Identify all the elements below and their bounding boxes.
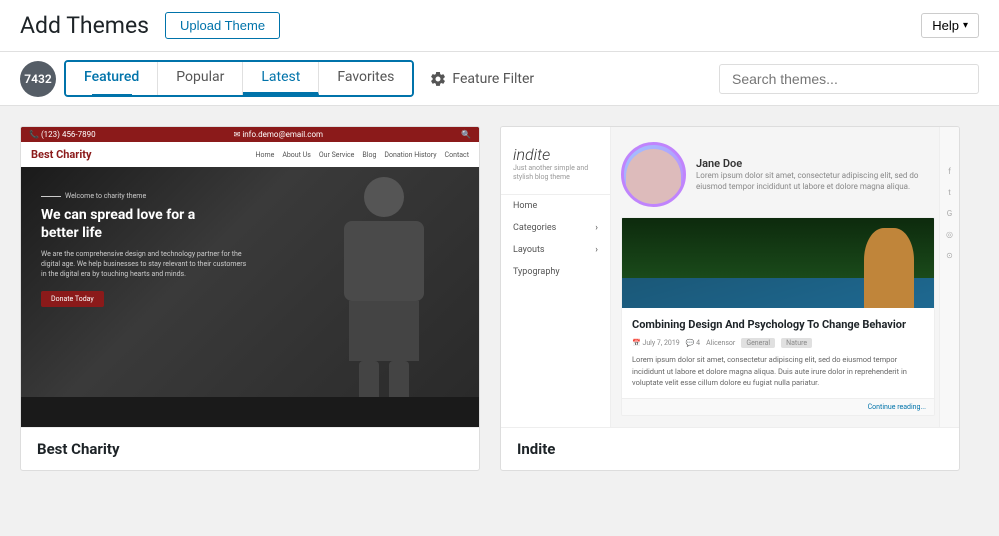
instagram-icon: ◎	[946, 230, 953, 239]
indite-nav-typography: Typography	[501, 261, 610, 283]
best-charity-preview: 📞 (123) 456-7890 ✉ info.demo@email.com 🔍…	[21, 127, 479, 427]
bc-subtext: We are the comprehensive design and tech…	[41, 250, 459, 279]
indite-article-title: Combining Design And Psychology To Chang…	[632, 318, 924, 332]
page-wrapper: Add Themes Upload Theme Help ▾ 7432 Feat…	[0, 0, 999, 536]
indite-main-content: Jane Doe Lorem ipsum dolor sit amet, con…	[611, 127, 959, 427]
tab-latest[interactable]: Latest	[243, 62, 319, 95]
bc-cta-button: Donate Today	[41, 291, 104, 307]
indite-nav-categories: Categories ›	[501, 217, 610, 239]
indite-article-meta: 📅 July 7, 2019 💬 4 Alicensor General Nat…	[632, 338, 924, 348]
theme-card-best-charity[interactable]: 📞 (123) 456-7890 ✉ info.demo@email.com 🔍…	[20, 126, 480, 471]
bc-welcome-text: Welcome to charity theme	[41, 192, 459, 200]
page-title: Add Themes	[20, 12, 149, 39]
indite-nav-home: Home	[501, 195, 610, 217]
search-area	[719, 56, 979, 102]
indite-author-desc: Lorem ipsum dolor sit amet, consectetur …	[696, 170, 935, 192]
indite-tagline: Just another simple and stylish blog the…	[513, 164, 598, 182]
tab-featured[interactable]: Featured	[66, 62, 158, 95]
bc-search-icon: 🔍	[461, 130, 471, 139]
indite-sidebar: indite Just another simple and stylish b…	[501, 127, 611, 427]
theme-thumbnail-indite: indite Just another simple and stylish b…	[501, 127, 959, 427]
bc-topbar: 📞 (123) 456-7890 ✉ info.demo@email.com 🔍	[21, 127, 479, 142]
indite-logo-area: indite Just another simple and stylish b…	[501, 137, 610, 195]
bc-headline: We can spread love for abetter life	[41, 206, 459, 242]
article-comments: 💬 4	[686, 339, 700, 347]
article-tag-nature: Nature	[781, 338, 812, 348]
bc-logo: Best Charity	[31, 148, 92, 161]
github-icon: ⊙	[946, 251, 953, 260]
indite-nav-layouts: Layouts ›	[501, 239, 610, 261]
indite-profile-info: Jane Doe Lorem ipsum dolor sit amet, con…	[696, 157, 935, 192]
google-icon: G	[947, 209, 952, 218]
theme-thumbnail-best-charity: 📞 (123) 456-7890 ✉ info.demo@email.com 🔍…	[21, 127, 479, 427]
help-label: Help	[932, 18, 959, 33]
facebook-icon: f	[948, 167, 951, 176]
indite-article-img-inner	[622, 218, 934, 308]
bc-hero-section: Welcome to charity theme We can spread l…	[21, 167, 479, 397]
nav-bar: 7432 Featured Popular Latest Favorites F…	[0, 52, 999, 106]
bc-content-overlay: Welcome to charity theme We can spread l…	[21, 167, 479, 332]
indite-article-text: Lorem ipsum dolor sit amet, consectetur …	[632, 354, 924, 388]
help-button[interactable]: Help ▾	[921, 13, 979, 38]
article-date: 📅 July 7, 2019	[632, 339, 680, 347]
indite-preview: indite Just another simple and stylish b…	[501, 127, 959, 427]
search-input[interactable]	[719, 64, 979, 94]
nav-tabs-group: Featured Popular Latest Favorites	[64, 60, 414, 97]
twitter-icon: t	[948, 188, 951, 197]
gear-icon	[430, 71, 446, 87]
feature-filter-label: Feature Filter	[452, 71, 534, 87]
indite-profile-section: Jane Doe Lorem ipsum dolor sit amet, con…	[621, 127, 935, 217]
indite-avatar	[621, 142, 686, 207]
indite-article-image	[622, 218, 934, 308]
indite-author-name: Jane Doe	[696, 157, 935, 170]
bc-menu: Home About Us Our Service Blog Donation …	[255, 151, 469, 159]
bc-email: ✉ info.demo@email.com	[234, 130, 323, 139]
theme-name-indite: Indite	[501, 427, 959, 470]
tab-popular[interactable]: Popular	[158, 62, 243, 95]
theme-count-badge: 7432	[20, 61, 56, 97]
indite-social-bar: f t G ◎ ⊙	[939, 127, 959, 427]
feature-filter[interactable]: Feature Filter	[414, 71, 550, 87]
indite-article-body: Combining Design And Psychology To Chang…	[622, 308, 934, 398]
article-tag-general: General	[741, 338, 775, 348]
bc-nav: Best Charity Home About Us Our Service B…	[21, 142, 479, 167]
article-author: Alicensor	[706, 339, 735, 347]
bc-phone: 📞 (123) 456-7890	[29, 130, 96, 139]
indite-person-figure	[864, 228, 914, 308]
themes-grid: 📞 (123) 456-7890 ✉ info.demo@email.com 🔍…	[0, 106, 980, 491]
theme-name-best-charity: Best Charity	[21, 427, 479, 470]
indite-read-more: Continue reading...	[622, 398, 934, 415]
chevron-down-icon: ▾	[963, 20, 968, 31]
indite-article: Combining Design And Psychology To Chang…	[621, 217, 935, 416]
tab-favorites[interactable]: Favorites	[319, 62, 412, 95]
upload-theme-button[interactable]: Upload Theme	[165, 12, 280, 39]
indite-logo: indite	[513, 145, 598, 164]
theme-card-indite[interactable]: indite Just another simple and stylish b…	[500, 126, 960, 471]
header-left: Add Themes Upload Theme	[20, 12, 280, 39]
page-header: Add Themes Upload Theme Help ▾	[0, 0, 999, 52]
